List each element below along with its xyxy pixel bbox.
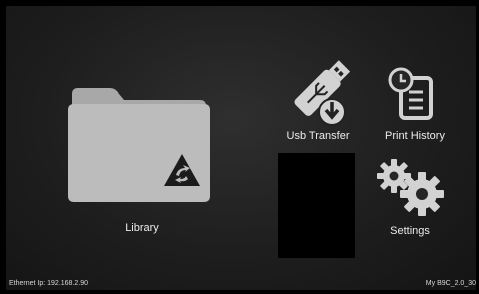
usb-download-icon xyxy=(294,60,351,126)
settings-label: Settings xyxy=(390,225,430,237)
usb-transfer-button[interactable]: Usb Transfer xyxy=(274,54,364,149)
print-history-button[interactable]: Print History xyxy=(371,64,449,149)
ethernet-ip-text: Ethernet Ip: 192.168.2.90 xyxy=(9,280,89,287)
library-button[interactable]: Library xyxy=(64,76,214,246)
device-name-text: My B9C_2.0_30 xyxy=(425,280,476,287)
print-history-label: Print History xyxy=(385,130,445,142)
usb-transfer-label: Usb Transfer xyxy=(286,130,350,142)
home-screen: Library Usb Transfer Print History Setti… xyxy=(6,6,476,290)
folder-icon xyxy=(68,88,210,202)
settings-button[interactable]: Settings xyxy=(366,156,456,246)
clock-document-icon xyxy=(388,67,433,120)
black-overlay-block xyxy=(278,153,355,258)
gears-icon xyxy=(377,159,444,216)
library-label: Library xyxy=(125,222,159,234)
